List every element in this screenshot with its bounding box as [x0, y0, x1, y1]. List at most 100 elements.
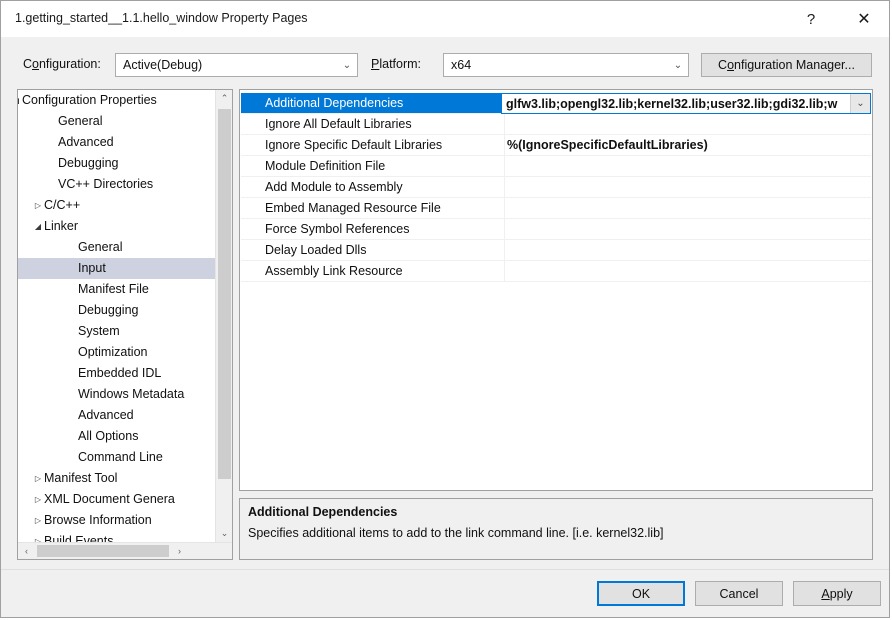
tree-expander-icon[interactable]: ▷	[30, 510, 46, 531]
ok-button[interactable]: OK	[597, 581, 685, 606]
tree-item-label: Embedded IDL	[78, 366, 162, 380]
apply-button[interactable]: Apply	[793, 581, 881, 606]
property-row[interactable]: Force Symbol References	[241, 219, 871, 240]
tree-item[interactable]: Debugging	[18, 153, 215, 174]
cancel-button[interactable]: Cancel	[695, 581, 783, 606]
tree-item[interactable]: Command Line	[18, 447, 215, 468]
chevron-down-icon[interactable]: ⌄	[850, 94, 870, 113]
tree-item[interactable]: All Options	[18, 426, 215, 447]
property-name: Additional Dependencies	[241, 93, 503, 113]
tree-item-label: Windows Metadata	[78, 387, 185, 401]
tree-horizontal-scrollbar[interactable]: ‹ ›	[18, 542, 232, 559]
property-value	[507, 198, 871, 218]
tree-item[interactable]: Optimization	[18, 342, 215, 363]
property-row[interactable]: Ignore Specific Default Libraries %(Ignor…	[241, 135, 871, 156]
tree-vertical-scrollbar-thumb[interactable]	[218, 109, 231, 479]
property-row[interactable]: Ignore All Default Libraries	[241, 114, 871, 135]
tree-item[interactable]: ◢ Linker	[18, 216, 215, 237]
property-row[interactable]: Module Definition File	[241, 156, 871, 177]
chevron-down-icon: ⌄	[673, 59, 683, 71]
tree-item[interactable]: Windows Metadata	[18, 384, 215, 405]
property-name: Ignore All Default Libraries	[265, 117, 412, 131]
configuration-dropdown[interactable]: Active(Debug) ⌄	[115, 53, 358, 77]
column-divider	[504, 114, 505, 134]
property-name: Delay Loaded Dlls	[265, 243, 367, 257]
tree-item[interactable]: Advanced	[18, 132, 215, 153]
property-row[interactable]: Embed Managed Resource File	[241, 198, 871, 219]
tree-item-label: General	[78, 240, 123, 254]
property-name: Assembly Link Resource	[265, 264, 403, 278]
tree-item[interactable]: Input	[18, 258, 215, 279]
tree-item-label: Input	[78, 261, 106, 275]
platform-label: Platform:	[371, 57, 421, 71]
scroll-down-icon[interactable]: ⌄	[216, 525, 232, 542]
property-row[interactable]: Add Module to Assembly	[241, 177, 871, 198]
tree-expander-icon[interactable]: ▷	[30, 489, 46, 510]
platform-value: x64	[451, 58, 472, 72]
tree-expander-icon[interactable]: ▷	[30, 531, 46, 542]
tree-item-label: Command Line	[78, 450, 163, 464]
tree-item[interactable]: General	[18, 237, 215, 258]
tree-item[interactable]: General	[18, 111, 215, 132]
tree-expander-icon[interactable]: ▷	[30, 195, 46, 216]
property-row[interactable]: Assembly Link Resource	[241, 261, 871, 282]
tree-item-label: C/C++	[44, 198, 81, 212]
help-icon[interactable]: ?	[791, 1, 831, 37]
tree-vertical-scrollbar[interactable]: ⌃ ⌄	[215, 90, 232, 542]
property-value	[507, 261, 871, 281]
property-row[interactable]: Delay Loaded Dlls	[241, 240, 871, 261]
configuration-value: Active(Debug)	[123, 58, 203, 72]
platform-dropdown[interactable]: x64 ⌄	[443, 53, 689, 77]
property-value: %(IgnoreSpecificDefaultLibraries)	[507, 138, 708, 152]
tree-item-label: Linker	[44, 219, 79, 233]
tree-expander-icon[interactable]: ◢	[18, 90, 24, 111]
column-divider	[504, 219, 505, 239]
tree-item[interactable]: Advanced	[18, 405, 215, 426]
tree-expander-icon[interactable]: ▷	[30, 468, 46, 489]
tree-item[interactable]: ▷ Build Events	[18, 531, 215, 542]
property-value-editor[interactable]: glfw3.lib;opengl32.lib;kernel32.lib;user…	[501, 93, 871, 114]
property-value	[507, 114, 871, 134]
apply-button-rest: pply	[829, 586, 853, 601]
tree-expander-icon[interactable]: ◢	[30, 216, 46, 237]
tree-item-label: Debugging	[78, 303, 139, 317]
description-body: Specifies additional items to add to the…	[248, 526, 664, 540]
chevron-down-icon: ⌄	[342, 59, 352, 71]
property-row[interactable]: Additional Dependencies glfw3.lib;opengl3…	[241, 93, 871, 114]
tree-item-label: General	[58, 114, 103, 128]
apply-button-accel: A	[821, 586, 830, 601]
tree-item-label: Advanced	[58, 135, 114, 149]
scroll-left-icon[interactable]: ‹	[18, 543, 35, 559]
tree-item[interactable]: ▷ XML Document Genera	[18, 489, 215, 510]
close-icon[interactable]: ✕	[841, 1, 887, 37]
tree-item[interactable]: Manifest File	[18, 279, 215, 300]
tree-item[interactable]: ◢Configuration Properties	[18, 90, 215, 111]
configuration-manager-button[interactable]: Co nfiguration Manager...	[701, 53, 872, 77]
property-value-input[interactable]: glfw3.lib;opengl32.lib;kernel32.lib;user…	[502, 97, 850, 111]
tree-item-label: System	[78, 324, 120, 338]
tree-item-label: Advanced	[78, 408, 134, 422]
tree-item[interactable]: ▷ C/C++	[18, 195, 215, 216]
scroll-up-icon[interactable]: ⌃	[216, 90, 232, 107]
tree-item[interactable]: ▷ Manifest Tool	[18, 468, 215, 489]
tree-horizontal-scrollbar-thumb[interactable]	[37, 545, 169, 557]
configuration-label-post: nfiguration:	[38, 57, 101, 71]
tree-item[interactable]: VC++ Directories	[18, 174, 215, 195]
tree-item[interactable]: Embedded IDL	[18, 363, 215, 384]
tree-item[interactable]: Debugging	[18, 300, 215, 321]
scroll-right-icon[interactable]: ›	[171, 543, 188, 559]
tree-item[interactable]: System	[18, 321, 215, 342]
tree-item[interactable]: ▷ Browse Information	[18, 510, 215, 531]
